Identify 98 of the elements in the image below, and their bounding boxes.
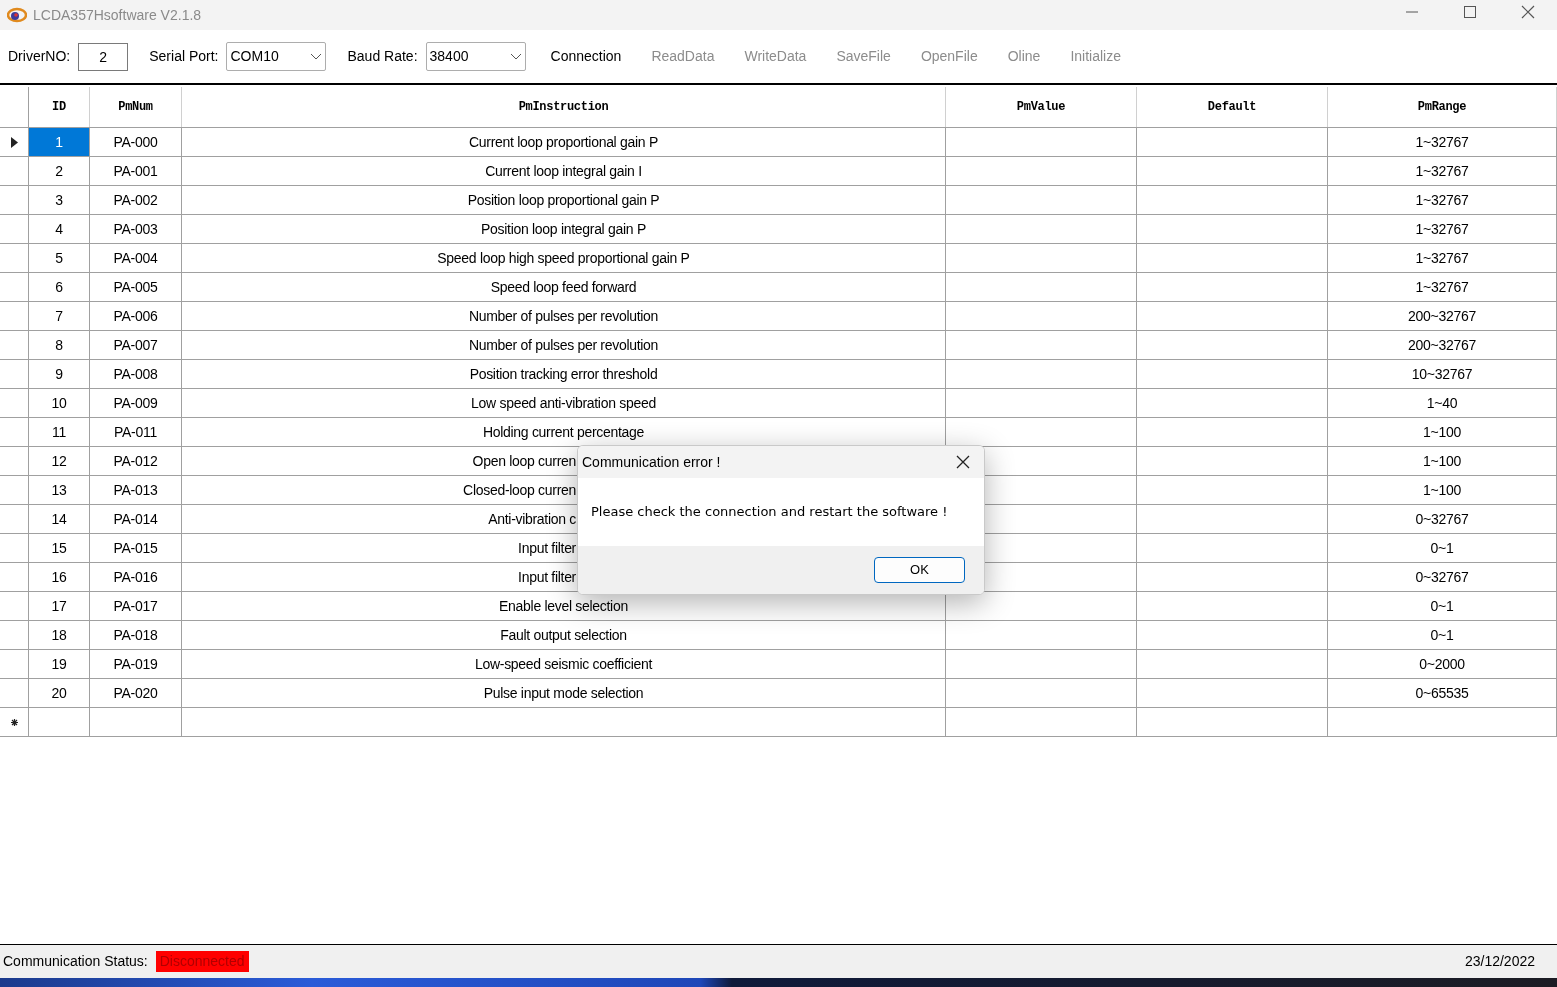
serial-port-dropdown[interactable]: COM10 (226, 42, 327, 71)
table-cell: 17 (29, 592, 90, 620)
column-header[interactable]: Default (1137, 87, 1328, 127)
table-cell: 14 (29, 505, 90, 533)
table-cell: PA-012 (90, 447, 182, 475)
table-cell: PA-005 (90, 273, 182, 301)
table-cell: 18 (29, 621, 90, 649)
table-cell: Position loop proportional gain P (182, 186, 946, 214)
table-cell: Speed loop high speed proportional gain P (182, 244, 946, 272)
table-cell: PA-018 (90, 621, 182, 649)
table-cell: 1~100 (1328, 418, 1557, 446)
dialog-message: Please check the connection and restart the software ! (591, 503, 948, 522)
table-cell: 0~32767 (1328, 563, 1557, 591)
toolbar-button[interactable]: Connection (550, 46, 622, 67)
table-cell: 0~32767 (1328, 505, 1557, 533)
table-cell: PA-014 (90, 505, 182, 533)
column-header[interactable]: PmInstruction (182, 87, 946, 127)
table-cell: PA-016 (90, 563, 182, 591)
table-cell: PA-019 (90, 650, 182, 678)
table-cell: 10 (29, 389, 90, 417)
table-cell: 200~32767 (1328, 331, 1557, 359)
table-cell: 0~65535 (1328, 679, 1557, 707)
table-cell: Number of pulses per revolution (182, 302, 946, 330)
table-cell: Pulse input mode selection (182, 679, 946, 707)
table-cell: Current loop integral gain I (182, 157, 946, 185)
table-cell: 4 (29, 215, 90, 243)
table-cell: 1~32767 (1328, 128, 1557, 156)
table-cell: 0~2000 (1328, 650, 1557, 678)
table-cell: PA-015 (90, 534, 182, 562)
table-cell: PA-011 (90, 418, 182, 446)
table-cell: PA-017 (90, 592, 182, 620)
close-icon[interactable] (956, 455, 970, 469)
table-cell: PA-000 (90, 128, 182, 156)
table-cell: 6 (29, 273, 90, 301)
status-value: Disconnected (155, 951, 249, 972)
table-cell: Fault output selection (182, 621, 946, 649)
table-cell: PA-007 (90, 331, 182, 359)
table-cell: Low-speed seismic coefficient (182, 650, 946, 678)
table-cell: PA-008 (90, 360, 182, 388)
table-cell: PA-003 (90, 215, 182, 243)
table-cell: 3 (29, 186, 90, 214)
table-cell: 8 (29, 331, 90, 359)
table-cell: 1~32767 (1328, 244, 1557, 272)
table-cell: 0~1 (1328, 592, 1557, 620)
new-row-icon (10, 718, 18, 726)
table-cell: 20 (29, 679, 90, 707)
table-cell: PA-002 (90, 186, 182, 214)
table-cell: 1 (29, 128, 90, 156)
table-cell: Position tracking error threshold (182, 360, 946, 388)
table-cell: Number of pulses per revolution (182, 331, 946, 359)
table-cell: 10~32767 (1328, 360, 1557, 388)
table-cell: 19 (29, 650, 90, 678)
table-cell: 0~1 (1328, 534, 1557, 562)
table-cell: PA-006 (90, 302, 182, 330)
status-date: 23/12/2022 (1464, 952, 1535, 971)
column-header[interactable]: PmRange (1328, 87, 1557, 127)
table-cell: 12 (29, 447, 90, 475)
table-cell: 15 (29, 534, 90, 562)
table-cell: 1~32767 (1328, 215, 1557, 243)
table-cell: 1~32767 (1328, 273, 1557, 301)
table-cell: PA-004 (90, 244, 182, 272)
table-cell: 200~32767 (1328, 302, 1557, 330)
chevron-icon (310, 52, 323, 61)
table-cell: Position loop integral gain P (182, 215, 946, 243)
driver-field[interactable]: 2 (78, 42, 129, 71)
column-header[interactable]: PmNum (90, 87, 182, 127)
table-cell: 7 (29, 302, 90, 330)
table-cell: 11 (29, 418, 90, 446)
app-logo-icon (7, 7, 27, 23)
baud-rate-label: Baud Rate: (347, 47, 418, 66)
table-cell: Speed loop feed forward (182, 273, 946, 301)
table-cell: 16 (29, 563, 90, 591)
table-cell: 1~100 (1328, 476, 1557, 504)
table-cell: 9 (29, 360, 90, 388)
table-cell: Low speed anti-vibration speed (182, 389, 946, 417)
chevron-icon (509, 52, 522, 61)
window-title: LCDA357Hsoftware V2.1.8 (33, 5, 202, 25)
table-cell: PA-001 (90, 157, 182, 185)
table-cell: 2 (29, 157, 90, 185)
ok-button[interactable]: OK (874, 557, 965, 583)
driver-label: DriverNO: (8, 47, 71, 66)
dialog-title: Communication error ! (582, 452, 721, 472)
table-cell: 1~32767 (1328, 186, 1557, 214)
baud-rate-dropdown[interactable]: 38400 (425, 42, 526, 71)
status-label: Communication Status: (3, 952, 148, 971)
table-cell: 0~1 (1328, 621, 1557, 649)
column-header[interactable]: ID (29, 87, 90, 127)
table-cell: 1~32767 (1328, 157, 1557, 185)
table-cell: Current loop proportional gain P (182, 128, 946, 156)
serial-port-label: Serial Port: (149, 47, 219, 66)
table-cell: 13 (29, 476, 90, 504)
table-cell: PA-020 (90, 679, 182, 707)
table-cell: 5 (29, 244, 90, 272)
table-cell: 1~40 (1328, 389, 1557, 417)
table-cell: 1~100 (1328, 447, 1557, 475)
table-cell: PA-009 (90, 389, 182, 417)
table-cell: PA-013 (90, 476, 182, 504)
column-header[interactable]: PmValue (946, 87, 1137, 127)
